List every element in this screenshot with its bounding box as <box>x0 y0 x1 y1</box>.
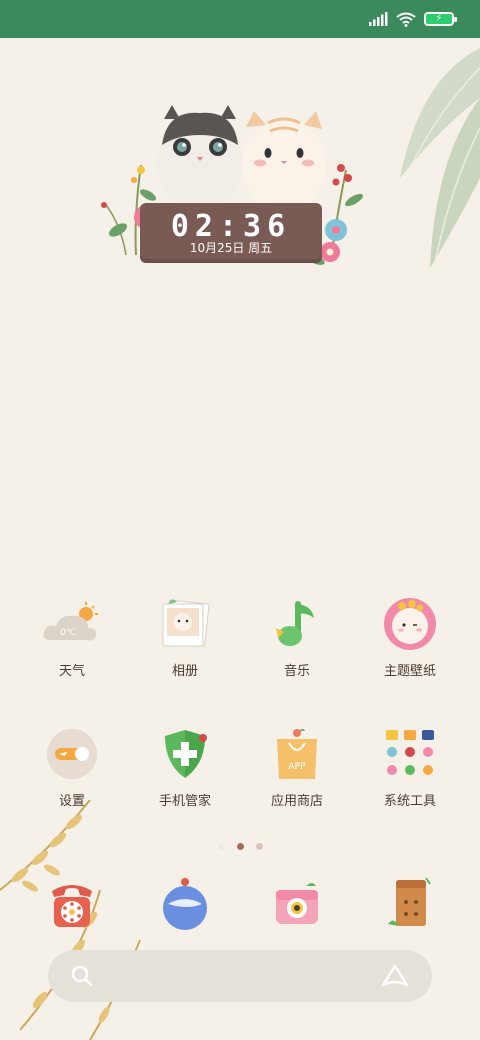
app-label-gallery: 相册 <box>171 664 198 679</box>
clock-widget[interactable]: 02:36 10月25日 周五 <box>96 105 366 275</box>
app-label-music: 音乐 <box>283 664 310 679</box>
dock-file-manager[interactable] <box>355 874 465 934</box>
gallery-icon <box>155 594 215 654</box>
clock-date: 10月25日 周五 <box>189 241 273 255</box>
app-theme-wallpaper[interactable]: 主题壁纸 <box>355 594 465 679</box>
weather-badge: 0℃ <box>60 628 76 638</box>
app-system-tools[interactable]: 系统工具 <box>355 724 465 809</box>
leaf-decoration-icon <box>400 48 480 268</box>
clock-plank: 02:36 10月25日 周五 <box>140 203 322 263</box>
app-gallery[interactable]: 相册 <box>130 594 240 679</box>
app-label-theme-wallpaper: 主题壁纸 <box>383 664 436 679</box>
search-input[interactable] <box>94 950 380 1002</box>
app-weather[interactable]: 0℃ 天气 <box>17 594 127 679</box>
app-label-weather: 天气 <box>58 664 85 679</box>
app-label-app-store: 应用商店 <box>270 794 323 809</box>
bolt-icon: ⚡ <box>435 13 443 24</box>
signal-bars-icon <box>369 12 388 26</box>
page-dot[interactable] <box>255 843 263 850</box>
page-indicator <box>0 843 480 855</box>
file-manager-icon <box>380 874 440 934</box>
security-icon <box>155 724 215 784</box>
weather-icon: 0℃ <box>42 594 102 654</box>
search-bar[interactable] <box>48 950 432 1002</box>
phone-icon <box>42 874 102 934</box>
battery-charging-icon: ⚡ <box>424 12 457 26</box>
camera-icon <box>267 874 327 934</box>
settings-icon <box>42 724 102 784</box>
app-store-badge: APP <box>288 762 306 772</box>
dock-camera[interactable] <box>242 874 352 934</box>
system-tools-icon <box>380 724 440 784</box>
dock-browser[interactable] <box>130 874 240 934</box>
wifi-icon <box>396 12 416 27</box>
app-label-system-tools: 系统工具 <box>383 794 436 809</box>
status-bar: ⚡ <box>0 0 480 38</box>
browser-icon <box>155 874 215 934</box>
theme-wallpaper-icon <box>380 594 440 654</box>
app-app-store[interactable]: APP 应用商店 <box>242 724 352 809</box>
page-dot[interactable] <box>217 843 225 850</box>
dock-phone[interactable] <box>17 874 127 934</box>
app-store-icon: APP <box>267 724 327 784</box>
page-dot-active[interactable] <box>236 843 244 850</box>
assistant-icon[interactable] <box>380 963 410 989</box>
music-icon <box>267 594 327 654</box>
search-icon[interactable] <box>70 964 94 988</box>
app-music[interactable]: 音乐 <box>242 594 352 679</box>
